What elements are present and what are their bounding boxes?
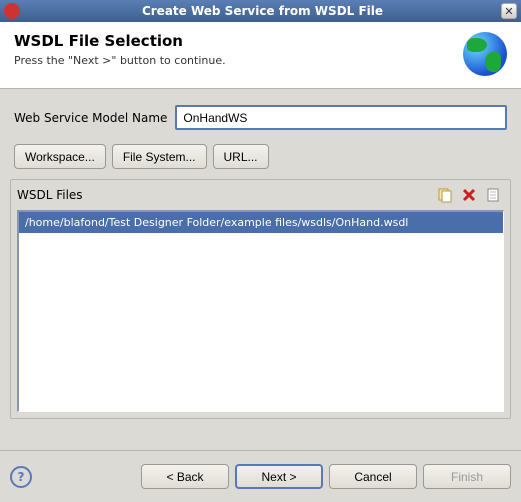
back-button[interactable]: < Back — [141, 464, 229, 489]
next-button[interactable]: Next > — [235, 464, 323, 489]
wizard-footer: ? < Back Next > Cancel Finish — [0, 450, 521, 502]
page-subtitle: Press the "Next >" button to continue. — [14, 54, 463, 67]
workspace-button[interactable]: Workspace... — [14, 144, 106, 169]
wsdl-files-group: WSDL Files /home/blafond/Test Designer F… — [10, 179, 511, 419]
cancel-button[interactable]: Cancel — [329, 464, 417, 489]
window-title: Create Web Service from WSDL File — [24, 4, 501, 18]
group-label: WSDL Files — [17, 188, 430, 202]
model-name-row: Web Service Model Name — [0, 89, 521, 138]
model-name-label: Web Service Model Name — [14, 111, 167, 125]
globe-icon — [463, 32, 507, 76]
filesystem-button[interactable]: File System... — [112, 144, 207, 169]
copy-icon[interactable] — [436, 186, 454, 204]
app-icon — [4, 3, 20, 19]
model-name-input[interactable] — [175, 105, 507, 130]
delete-icon[interactable] — [460, 186, 478, 204]
close-icon[interactable]: ✕ — [501, 3, 517, 19]
source-buttons: Workspace... File System... URL... — [0, 138, 521, 179]
url-button[interactable]: URL... — [213, 144, 269, 169]
new-file-icon[interactable] — [484, 186, 502, 204]
wsdl-files-list[interactable]: /home/blafond/Test Designer Folder/examp… — [17, 210, 504, 412]
help-icon[interactable]: ? — [10, 466, 32, 488]
titlebar: Create Web Service from WSDL File ✕ — [0, 0, 521, 22]
list-item[interactable]: /home/blafond/Test Designer Folder/examp… — [19, 212, 503, 233]
wizard-header: WSDL File Selection Press the "Next >" b… — [0, 22, 521, 89]
finish-button: Finish — [423, 464, 511, 489]
page-title: WSDL File Selection — [14, 32, 463, 50]
